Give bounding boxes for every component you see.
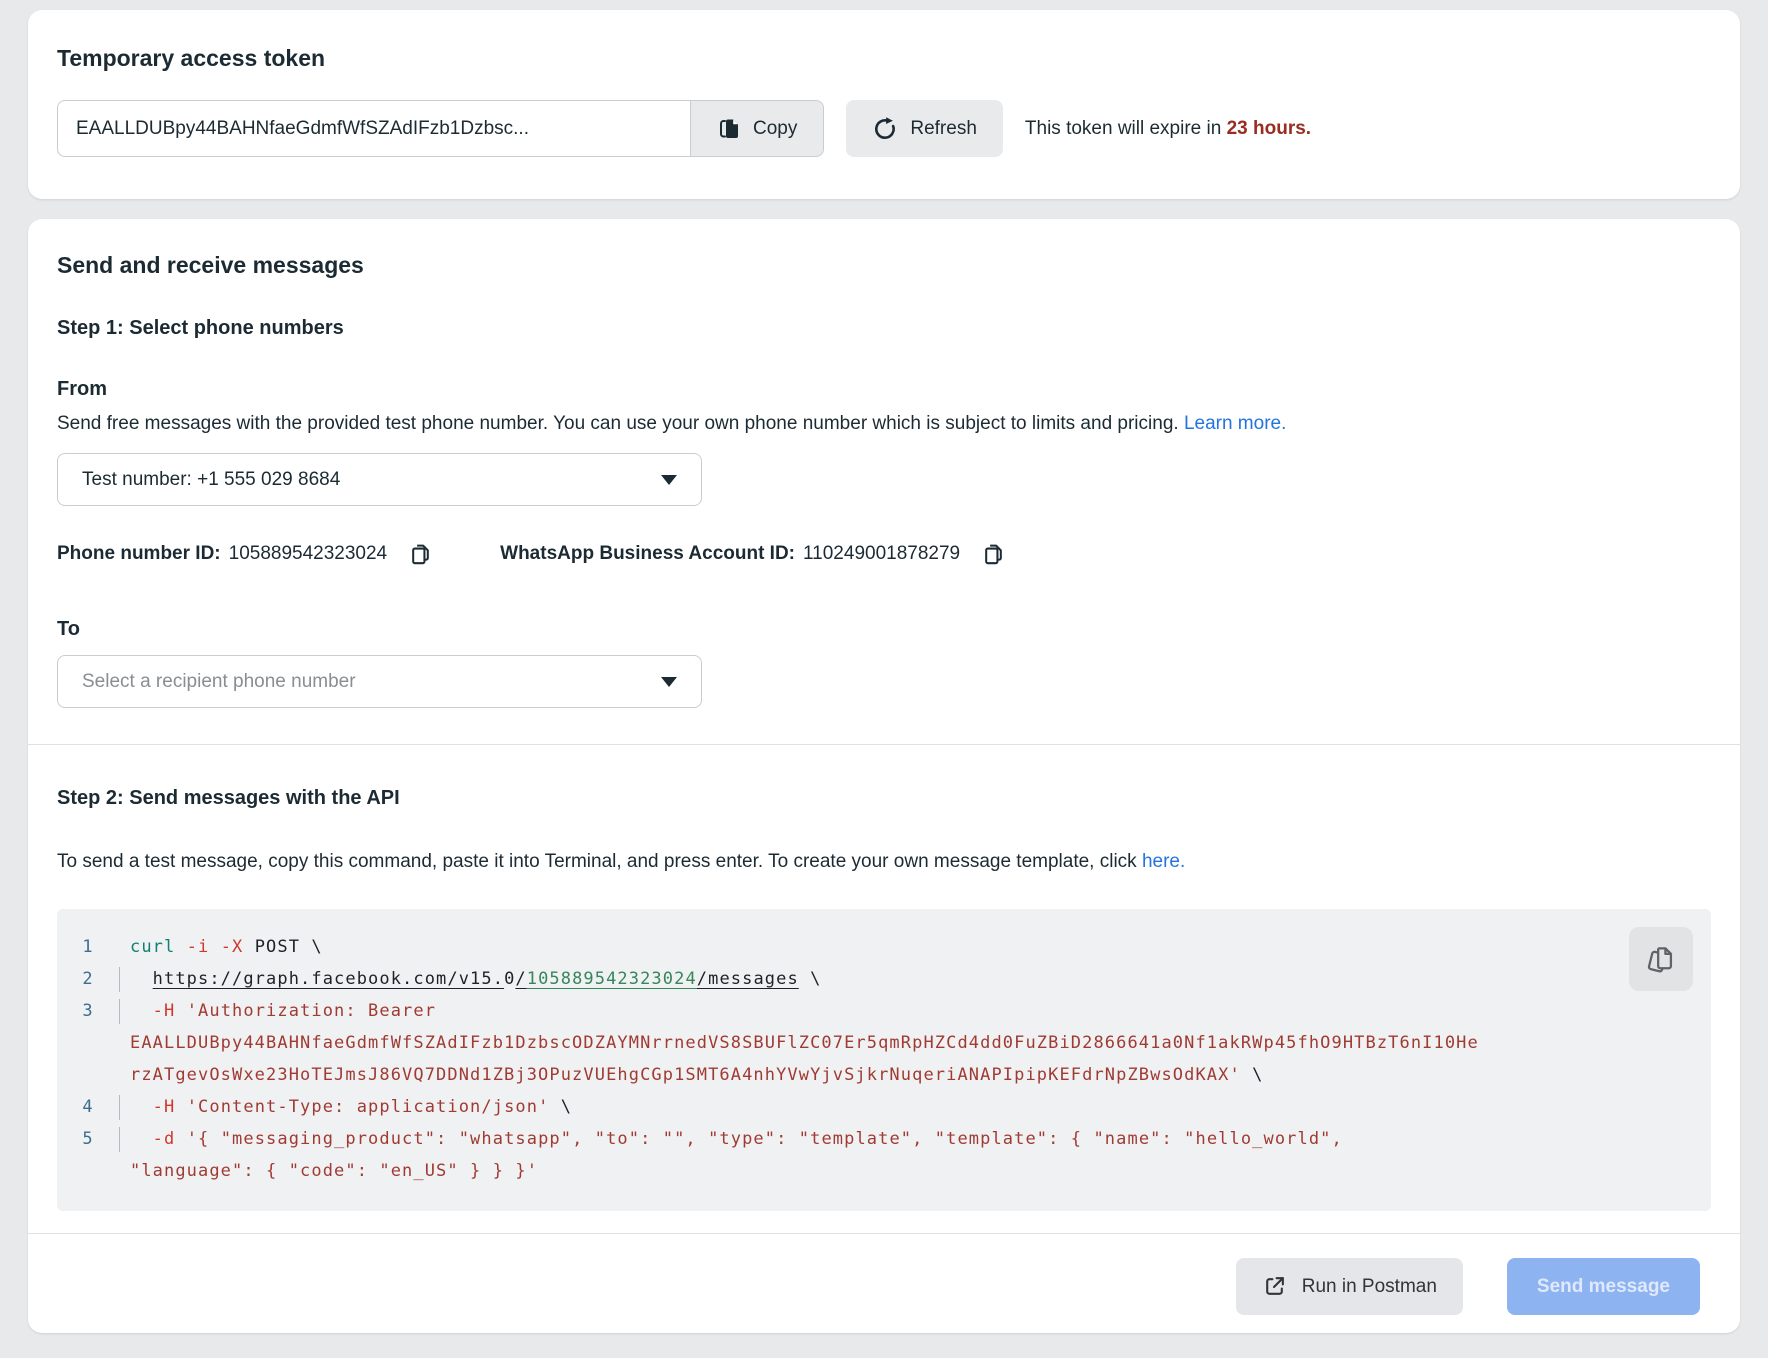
code-line-number: 4 (57, 1091, 119, 1123)
code-line-text: curl -i -X POST \ (119, 931, 1711, 963)
copy-token-button[interactable]: Copy (690, 100, 824, 157)
copy-button-label: Copy (753, 118, 797, 140)
temporary-access-token-card: Temporary access token Copy Refresh (28, 10, 1740, 199)
code-line-text: -d '{ "messaging_product": "whatsapp", "… (119, 1123, 1711, 1187)
code-line-text: https://graph.facebook.com/v15.0/1058895… (119, 963, 1711, 995)
copy-phone-number-id-button[interactable] (407, 540, 434, 567)
code-line: 2 https://graph.facebook.com/v15.0/10588… (57, 963, 1711, 995)
refresh-button-label: Refresh (910, 118, 977, 140)
to-phone-number-select[interactable]: Select a recipient phone number (57, 655, 702, 708)
code-line: 5 -d '{ "messaging_product": "whatsapp",… (57, 1123, 1711, 1187)
copy-icon (717, 117, 741, 141)
section-divider (28, 744, 1740, 745)
send-message-label: Send message (1537, 1276, 1670, 1298)
step2-description: To send a test message, copy this comman… (57, 849, 1711, 875)
phone-number-id-label: Phone number ID: (57, 542, 221, 566)
learn-more-link[interactable]: Learn more. (1184, 413, 1286, 434)
token-card-title: Temporary access token (57, 44, 1711, 72)
messages-card-title: Send and receive messages (57, 251, 1711, 279)
code-line-number: 3 (57, 995, 119, 1091)
refresh-token-button[interactable]: Refresh (846, 100, 1003, 157)
code-lines: 1curl -i -X POST \2 https://graph.facebo… (57, 931, 1711, 1187)
code-line-text: -H 'Content-Type: application/json' \ (119, 1091, 1711, 1123)
code-line: 4 -H 'Content-Type: application/json' \ (57, 1091, 1711, 1123)
copy-icon (1644, 942, 1678, 976)
refresh-icon (872, 116, 898, 142)
actions-footer: Run in Postman Send message (28, 1233, 1740, 1333)
send-message-button[interactable]: Send message (1507, 1258, 1700, 1315)
from-label: From (57, 377, 1711, 401)
copy-icon (407, 540, 434, 567)
send-receive-messages-card: Send and receive messages Step 1: Select… (28, 219, 1740, 1333)
waba-id-label: WhatsApp Business Account ID: (500, 542, 795, 566)
ids-row: Phone number ID: 105889542323024 WhatsAp… (57, 540, 1711, 567)
external-link-icon (1262, 1274, 1287, 1299)
code-line: 1curl -i -X POST \ (57, 931, 1711, 963)
chevron-down-icon (661, 475, 677, 485)
code-line-number: 2 (57, 963, 119, 995)
curl-code-block: 1curl -i -X POST \2 https://graph.facebo… (57, 909, 1711, 1211)
token-expiry-value: 23 hours. (1227, 118, 1311, 139)
to-label: To (57, 617, 1711, 641)
code-line-number: 1 (57, 931, 119, 963)
phone-number-id-value: 105889542323024 (229, 543, 388, 565)
from-description: Send free messages with the provided tes… (57, 411, 1711, 437)
code-line-number: 5 (57, 1123, 119, 1187)
token-expiry-text: This token will expire in 23 hours. (1025, 118, 1311, 140)
step2-heading: Step 2: Send messages with the API (57, 785, 1711, 811)
waba-id-value: 110249001878279 (803, 543, 960, 565)
to-select-placeholder: Select a recipient phone number (82, 671, 356, 693)
code-line: 3 -H 'Authorization: Bearer EAALLDUBpy44… (57, 995, 1711, 1091)
here-link[interactable]: here. (1142, 851, 1185, 872)
copy-icon (980, 540, 1007, 567)
step1-heading: Step 1: Select phone numbers (57, 315, 1711, 341)
token-row: Copy Refresh This token will expire in 2… (57, 100, 1711, 157)
copy-waba-id-button[interactable] (980, 540, 1007, 567)
access-token-input[interactable] (57, 100, 690, 157)
chevron-down-icon (661, 677, 677, 687)
code-line-text: -H 'Authorization: Bearer EAALLDUBpy44BA… (119, 995, 1711, 1091)
from-phone-number-select[interactable]: Test number: +1 555 029 8684 (57, 453, 702, 506)
run-in-postman-label: Run in Postman (1302, 1276, 1437, 1298)
from-selected-value: Test number: +1 555 029 8684 (82, 469, 340, 491)
run-in-postman-button[interactable]: Run in Postman (1236, 1258, 1463, 1315)
copy-code-button[interactable] (1629, 927, 1693, 991)
